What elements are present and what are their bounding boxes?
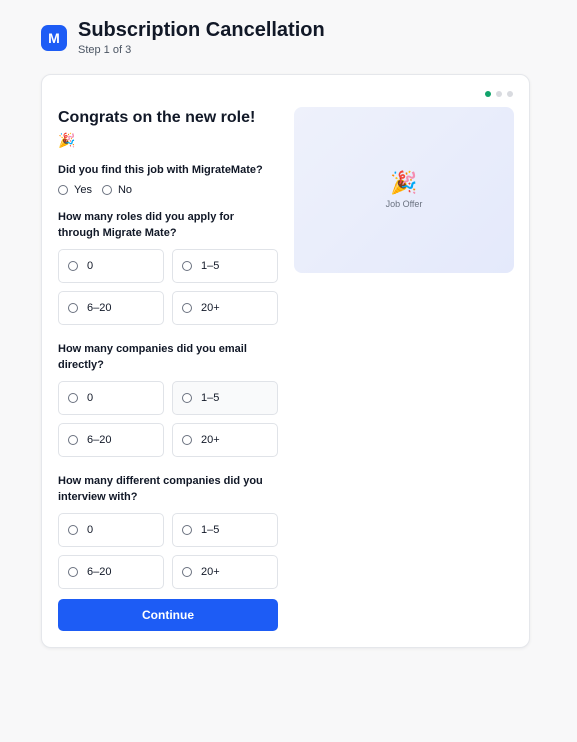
option-yes[interactable]: Yes [58, 184, 92, 196]
radio[interactable] [182, 303, 192, 313]
option-label: 20+ [201, 566, 220, 578]
roles-option-20-plus[interactable]: 20+ [172, 291, 278, 325]
question-roles-applied: How many roles did you apply for through… [58, 211, 235, 239]
roles-option-6-20[interactable]: 6–20 [58, 291, 164, 325]
question-companies-interviewed: How many different companies did you int… [58, 475, 263, 503]
radio[interactable] [68, 525, 78, 535]
question-companies-emailed: How many companies did you email directl… [58, 343, 247, 371]
progress-dot-3 [507, 91, 513, 97]
header-titles: Subscription Cancellation Step 1 of 3 [78, 19, 325, 56]
progress-dot-2 [496, 91, 502, 97]
radio[interactable] [182, 393, 192, 403]
form-heading-text: Congrats on the new role! [58, 109, 256, 126]
emailed-option-6-20[interactable]: 6–20 [58, 423, 164, 457]
job-offer-image: 🎉 Job Offer [294, 107, 514, 273]
option-label: 0 [87, 524, 94, 536]
step-indicator: Step 1 of 3 [78, 44, 132, 56]
radio[interactable] [182, 567, 192, 577]
radio[interactable] [182, 261, 192, 271]
interviewed-option-6-20[interactable]: 6–20 [58, 555, 164, 589]
option-label: 1–5 [201, 260, 220, 272]
option-label: 6–20 [87, 302, 112, 314]
emailed-option-0[interactable]: 0 [58, 381, 164, 415]
interviewed-option-0[interactable]: 0 [58, 513, 164, 547]
option-no[interactable]: No [101, 184, 133, 196]
radio[interactable] [68, 303, 78, 313]
emailed-option-1-5[interactable]: 1–5 [172, 381, 278, 415]
emailed-option-20-plus[interactable]: 20+ [172, 423, 278, 457]
progress-dot-1 [485, 91, 491, 97]
companies-interviewed-options: 0 1–5 6–20 20+ [58, 513, 278, 589]
page-title: Subscription Cancellation [78, 19, 325, 41]
app-logo: M [41, 25, 67, 51]
interviewed-option-1-5[interactable]: 1–5 [172, 513, 278, 547]
form-heading: Congrats on the new role! 🎉 [58, 107, 278, 152]
option-yes-label: Yes [74, 184, 92, 196]
companies-emailed-options: 0 1–5 6–20 20+ [58, 381, 278, 457]
radio-yes[interactable] [58, 185, 68, 195]
radio[interactable] [68, 435, 78, 445]
question-found-job: Did you find this job with MigrateMate? [58, 164, 263, 176]
option-label: 0 [87, 392, 94, 404]
page-header: M Subscription Cancellation Step 1 of 3 [41, 19, 325, 56]
option-label: 6–20 [87, 434, 112, 446]
option-label: 1–5 [201, 392, 220, 404]
progress-dots [485, 91, 513, 97]
radio[interactable] [182, 525, 192, 535]
cancellation-card: Congrats on the new role! 🎉 Did you find… [41, 74, 530, 648]
party-popper-icon: 🎉 [390, 170, 418, 195]
roles-applied-options: 0 1–5 6–20 20+ [58, 249, 278, 325]
option-label: 1–5 [201, 524, 220, 536]
survey-form: Congrats on the new role! 🎉 Did you find… [58, 107, 278, 589]
radio[interactable] [182, 435, 192, 445]
radio[interactable] [68, 261, 78, 271]
radio[interactable] [68, 567, 78, 577]
roles-option-0[interactable]: 0 [58, 249, 164, 283]
found-job-options: Yes No [58, 184, 278, 196]
option-label: 6–20 [87, 566, 112, 578]
option-label: 0 [87, 260, 94, 272]
interviewed-option-20-plus[interactable]: 20+ [172, 555, 278, 589]
option-no-label: No [117, 184, 133, 196]
option-label: 20+ [201, 434, 220, 446]
radio-no[interactable] [101, 185, 112, 195]
continue-button[interactable]: Continue [58, 599, 278, 631]
option-label: 20+ [201, 302, 220, 314]
party-popper-icon: 🎉 [58, 132, 76, 148]
roles-option-1-5[interactable]: 1–5 [172, 249, 278, 283]
image-caption: Job Offer [385, 199, 423, 209]
radio[interactable] [68, 393, 78, 403]
